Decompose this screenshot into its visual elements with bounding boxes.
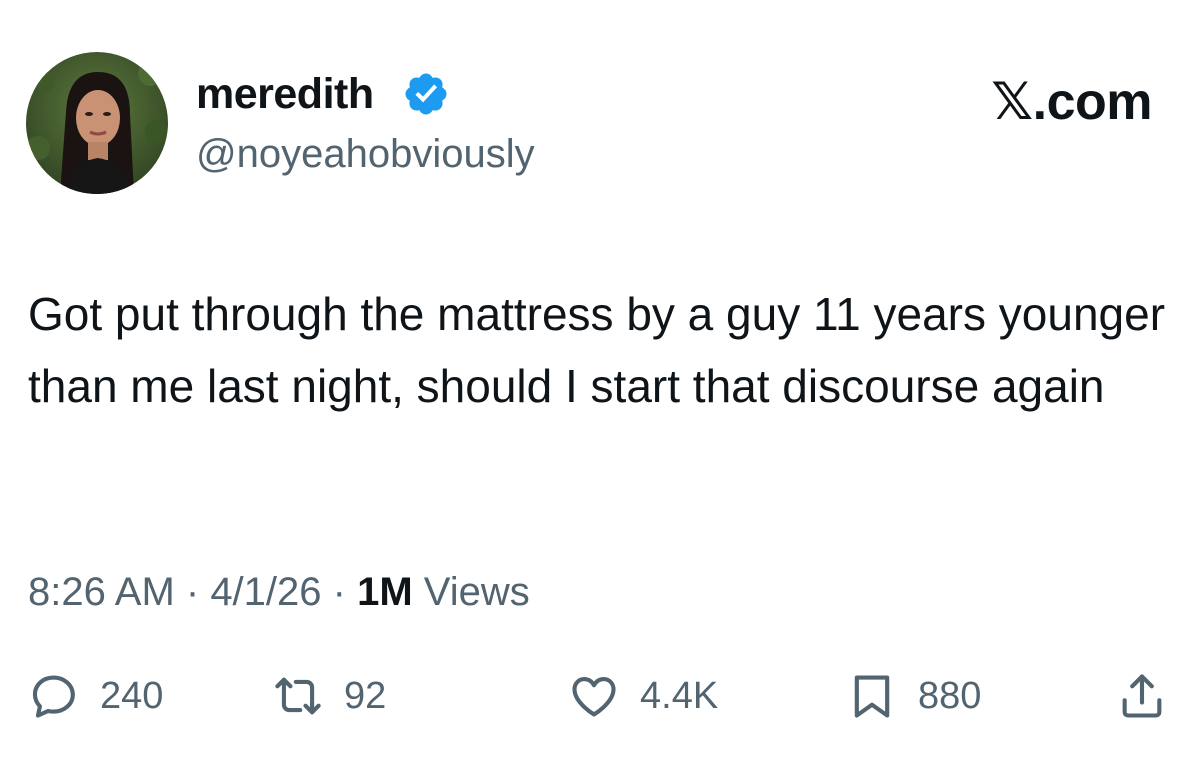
like-button[interactable]: 4.4K — [568, 664, 718, 728]
tweet-actions: 240 92 4.4K 880 — [28, 664, 1172, 728]
share-button[interactable] — [1116, 664, 1168, 728]
tweet-meta: 8:26 AM · 4/1/26 · 1M Views — [28, 566, 530, 618]
repost-icon — [272, 670, 324, 722]
share-icon — [1116, 670, 1168, 722]
views-label: Views — [412, 570, 530, 614]
reply-icon — [28, 670, 80, 722]
like-count: 4.4K — [640, 675, 719, 717]
tweet-time[interactable]: 8:26 AM — [28, 570, 175, 614]
avatar[interactable] — [26, 52, 168, 194]
tweet-text: Got put through the mattress by a guy 11… — [28, 288, 1166, 412]
tweet-date[interactable]: 4/1/26 — [210, 570, 321, 614]
repost-button[interactable]: 92 — [272, 664, 386, 728]
repost-count: 92 — [344, 675, 387, 717]
verified-badge-icon — [402, 70, 450, 118]
reply-button[interactable]: 240 — [28, 664, 163, 728]
meta-separator: · — [174, 570, 211, 614]
heart-icon — [568, 670, 620, 722]
views-count: 1M — [357, 570, 413, 614]
bookmark-button[interactable]: 880 — [846, 664, 981, 728]
reply-count: 240 — [100, 675, 164, 717]
avatar-image — [26, 52, 168, 194]
user-handle[interactable]: @noyeahobviously — [196, 128, 535, 180]
display-name[interactable]: meredith — [196, 66, 374, 122]
meta-separator: · — [321, 570, 358, 614]
bookmark-icon — [846, 670, 898, 722]
bookmark-count: 880 — [918, 675, 982, 717]
brand-logo: 𝕏.com — [991, 73, 1152, 131]
